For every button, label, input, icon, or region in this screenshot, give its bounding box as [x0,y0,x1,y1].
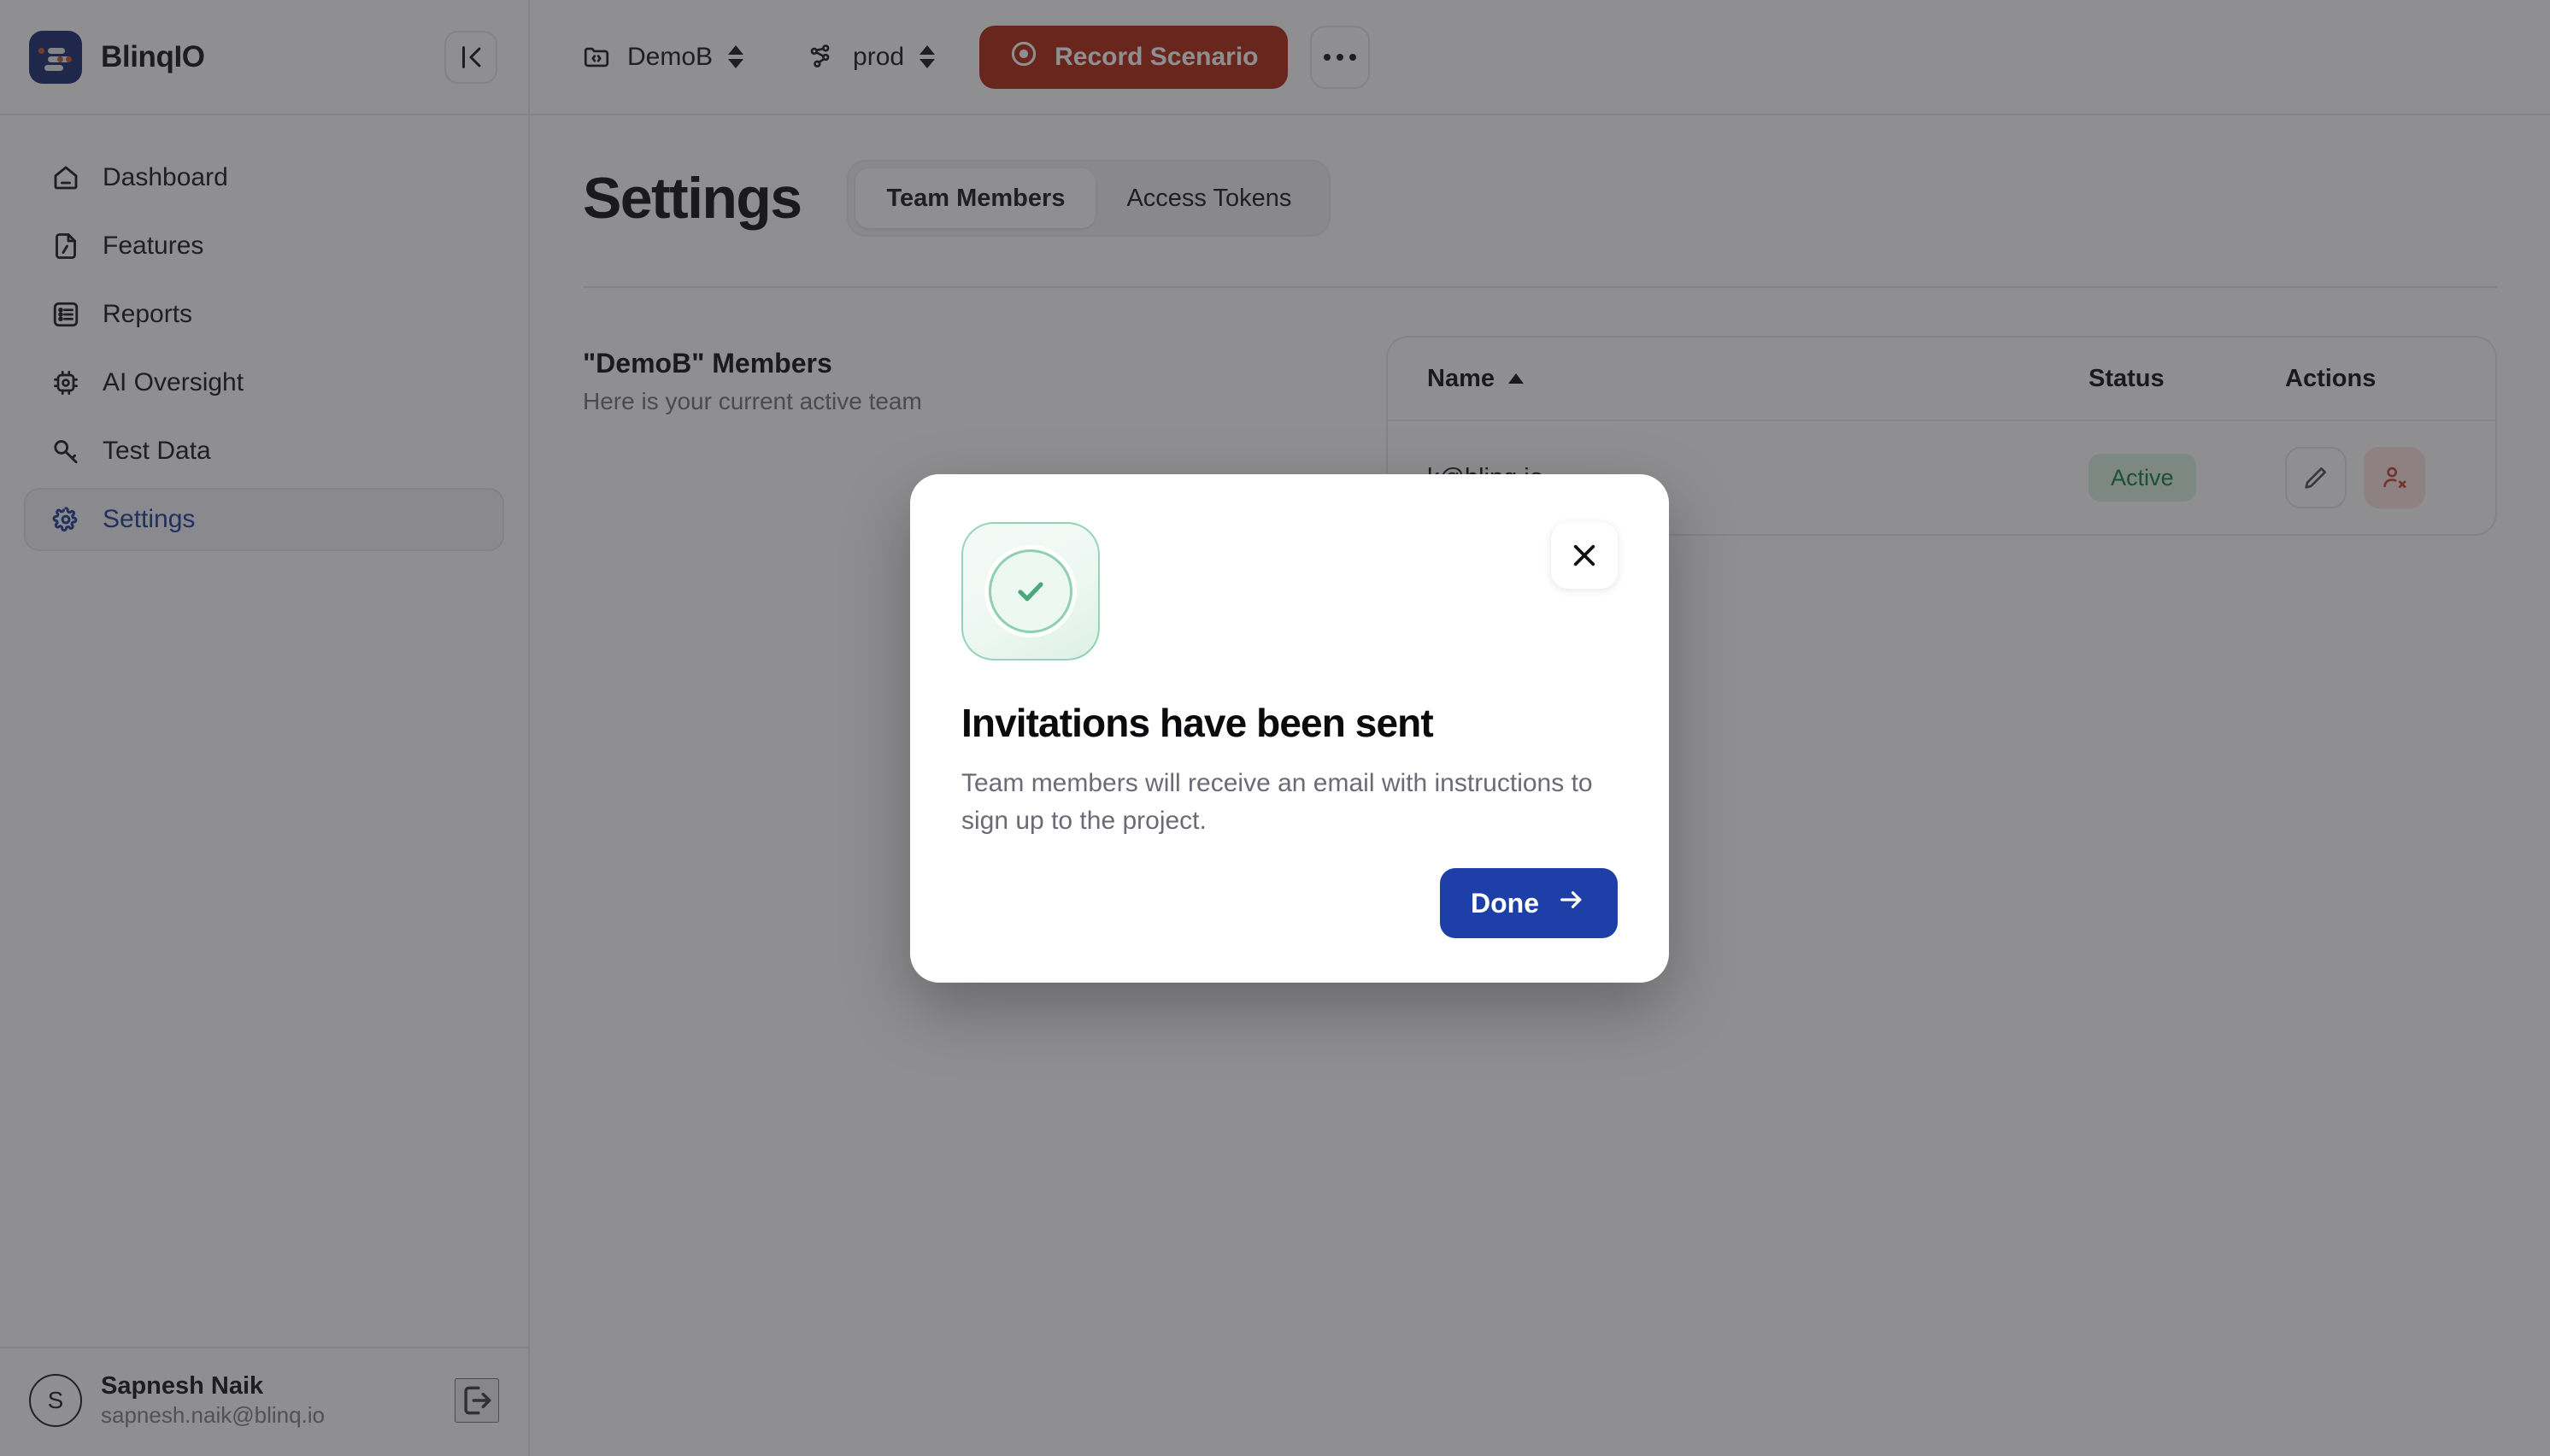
dialog-header [961,522,1618,660]
check-circle-icon [961,522,1100,660]
arrow-right-icon [1556,884,1587,922]
dialog-body-text: Team members will receive an email with … [961,769,1593,835]
done-button[interactable]: Done [1440,868,1618,938]
done-button-label: Done [1471,887,1539,919]
invitations-sent-dialog: Invitations have been sent Team members … [910,474,1669,983]
close-x-icon[interactable] [1551,522,1618,589]
dialog-title: Invitations have been sent [961,701,1434,745]
dialog-actions: Done [961,868,1618,938]
checkmark-icon [1018,582,1043,602]
check-ring [989,549,1072,633]
